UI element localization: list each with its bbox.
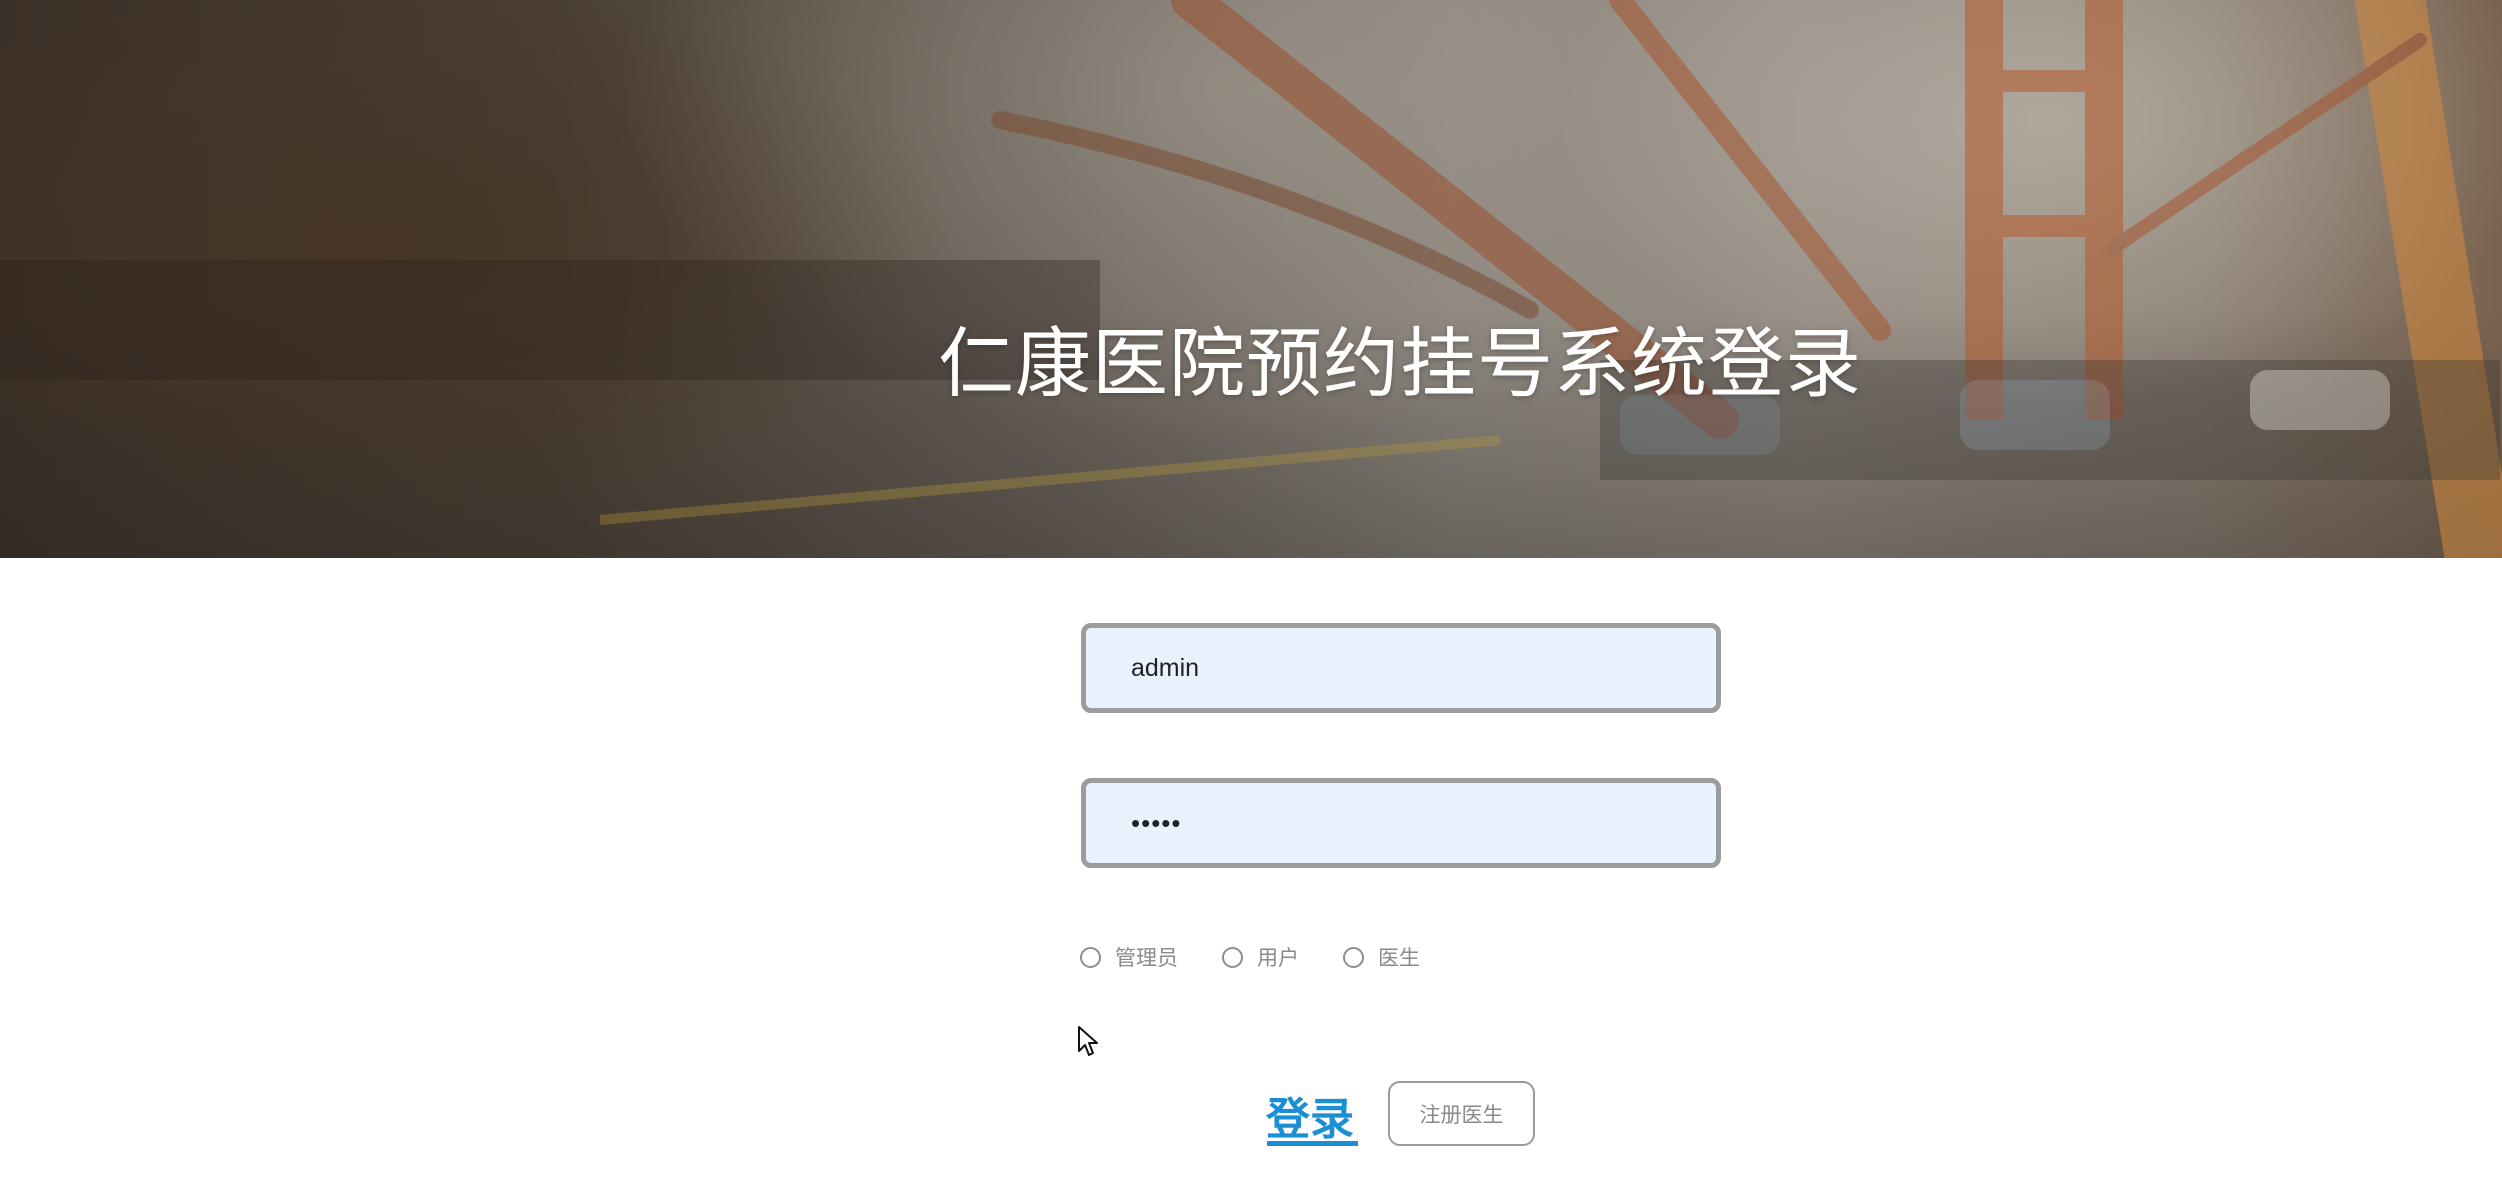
login-page: 仁康医院预约挂号系统登录 管理员 用户 医生 登录 注册医生 (0, 0, 2502, 1189)
login-button-underline (1267, 1141, 1358, 1146)
radio-button-admin[interactable] (1080, 946, 1101, 968)
login-button[interactable]: 登录 (1266, 1082, 1360, 1148)
page-title: 仁康医院预约挂号系统登录 (938, 319, 1862, 408)
bridge-background-image (0, 0, 2502, 558)
radio-button-user[interactable] (1222, 946, 1243, 968)
register-doctor-button[interactable]: 注册医生 (1388, 1081, 1535, 1146)
hero-banner: 仁康医院预约挂号系统登录 (0, 0, 2502, 558)
role-radio-group: 管理员 用户 医生 (1080, 942, 1420, 972)
radio-button-doctor[interactable] (1343, 946, 1364, 968)
username-input[interactable] (1081, 623, 1721, 713)
mouse-pointer-icon (1078, 1026, 1098, 1056)
password-input[interactable] (1081, 778, 1721, 868)
role-label-doctor: 医生 (1378, 946, 1420, 970)
role-option-user[interactable]: 用户 (1222, 942, 1299, 972)
role-option-doctor[interactable]: 医生 (1343, 942, 1420, 972)
role-label-user: 用户 (1257, 946, 1299, 970)
role-option-admin[interactable]: 管理员 (1080, 942, 1178, 972)
role-label-admin: 管理员 (1115, 946, 1178, 970)
